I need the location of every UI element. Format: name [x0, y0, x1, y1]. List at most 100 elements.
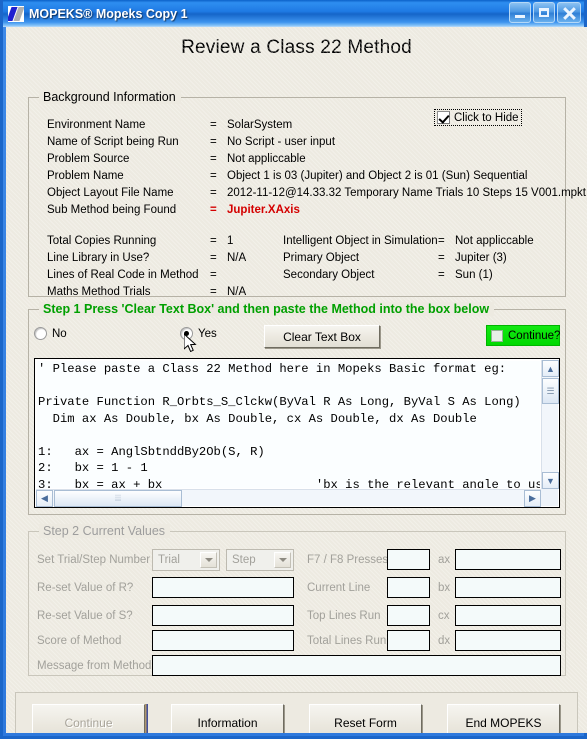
top-lines-run-field[interactable]: [387, 605, 430, 626]
current-line-field[interactable]: [387, 577, 430, 598]
row-label-problem-name: Problem Name: [47, 170, 124, 182]
scrollbar-corner: [541, 489, 558, 506]
label-f7-f8-presses: F7 / F8 Presses: [307, 554, 389, 566]
trial-dropdown-value: Trial: [158, 554, 180, 566]
dx-field[interactable]: [455, 630, 561, 651]
method-code-text[interactable]: ' Please paste a Class 22 Method here in…: [37, 361, 540, 488]
stat-label-line-library: Line Library in Use?: [47, 252, 150, 264]
reset-r-field[interactable]: [152, 577, 294, 598]
row-value-environment-name: SolarSystem: [227, 119, 293, 131]
stat-eq-0: =: [210, 235, 217, 247]
row-value-problem-name: Object 1 is 03 (Jupiter) and Object 2 is…: [227, 170, 528, 182]
trial-dropdown[interactable]: Trial: [152, 549, 220, 571]
client-area: Review a Class 22 Method Background Info…: [6, 27, 587, 733]
row-label-object-layout-file: Object Layout File Name: [47, 187, 174, 199]
reset-s-field[interactable]: [152, 605, 294, 626]
reset-form-button[interactable]: Reset Form: [309, 704, 422, 733]
step2-legend: Step 2 Current Values: [39, 524, 171, 538]
row-eq-4: =: [210, 187, 217, 199]
row-label-script-name: Name of Script being Run: [47, 136, 179, 148]
row-eq-2: =: [210, 153, 217, 165]
label-total-lines-run: Total Lines Run: [307, 635, 387, 647]
row-label-environment-name: Environment Name: [47, 119, 146, 131]
vertical-scroll-thumb[interactable]: ☰: [542, 378, 559, 404]
dropdown-arrow-icon[interactable]: [274, 552, 291, 568]
background-information-group: Background Information Click to Hide Env…: [28, 90, 586, 298]
row-eq-1: =: [210, 136, 217, 148]
clear-text-box-button[interactable]: Clear Text Box: [264, 325, 380, 348]
message-from-method-field[interactable]: [152, 655, 561, 676]
click-to-hide-checkbox[interactable]: Click to Hide: [434, 109, 522, 126]
stat-label-lines-real-code: Lines of Real Code in Method: [47, 269, 199, 281]
stat-value-secondary-object: Sun (1): [455, 269, 493, 281]
minimize-icon: [510, 3, 530, 22]
stat-label-secondary-object: Secondary Object: [283, 269, 375, 281]
checkbox-box-icon: [437, 111, 450, 124]
scroll-down-button[interactable]: ▼: [542, 472, 559, 489]
stat-value-maths-trials: N/A: [227, 286, 247, 298]
continue-button[interactable]: Continue: [32, 704, 145, 733]
footer-panel: Continue Information Reset Form End MOPE…: [15, 692, 578, 733]
maximize-button[interactable]: [533, 2, 555, 23]
stat-label-intelligent-object: Intelligent Object in Simulation: [283, 235, 438, 247]
label-set-trial-step: Set Trial/Step Number: [37, 554, 151, 566]
label-reset-r: Re-set Value of R?: [37, 582, 134, 594]
row-value-object-layout-file: 2012-11-12@14.33.32 Temporary Name Trial…: [227, 187, 587, 199]
row-value-sub-method: Jupiter.XAxis: [227, 204, 300, 216]
stat-eq-3: =: [210, 286, 217, 298]
scroll-up-button[interactable]: ▲: [542, 360, 559, 377]
stat-label-maths-trials: Maths Method Trials: [47, 286, 151, 298]
clear-text-box-label: Clear Text Box: [283, 329, 361, 344]
scroll-right-button[interactable]: ▶: [524, 490, 541, 507]
horizontal-scroll-thumb[interactable]: ⦙⦙⦙: [54, 490, 182, 507]
radio-yes-label: Yes: [198, 327, 217, 340]
step-dropdown[interactable]: Step: [226, 549, 294, 571]
stat-value-total-copies: 1: [227, 235, 234, 247]
scroll-left-button[interactable]: ◀: [36, 490, 53, 507]
step-dropdown-value: Step: [232, 554, 256, 566]
continue-checkbox-label: Continue?: [508, 329, 561, 342]
label-ax: ax: [438, 554, 451, 566]
radio-no-label: No: [52, 327, 67, 340]
minimize-button[interactable]: [509, 2, 531, 23]
row-label-sub-method: Sub Method being Found: [47, 204, 177, 216]
window-controls: [509, 2, 581, 23]
cx-field[interactable]: [455, 605, 561, 626]
row-value-problem-source: Not appliccable: [227, 153, 306, 165]
bx-field[interactable]: [455, 577, 561, 598]
label-top-lines-run: Top Lines Run: [307, 610, 381, 622]
continue-checkbox[interactable]: Continue?: [486, 325, 560, 346]
ax-field[interactable]: [455, 549, 561, 570]
click-to-hide-label: Click to Hide: [454, 111, 519, 124]
dropdown-arrow-icon[interactable]: [200, 552, 217, 568]
mopeks-logo-icon: [8, 5, 24, 22]
total-lines-run-field[interactable]: [387, 630, 430, 651]
stat-eq-1: =: [210, 252, 217, 264]
end-mopeks-button[interactable]: End MOPEKS: [447, 704, 560, 733]
application-window: MOPEKS® Mopeks Copy 1 Review a Class 22 …: [0, 0, 587, 739]
close-button[interactable]: [557, 2, 581, 23]
row-eq-5: =: [210, 204, 217, 216]
information-button[interactable]: Information: [171, 704, 284, 733]
f7-f8-presses-field[interactable]: [387, 549, 430, 570]
vertical-scrollbar[interactable]: ▲ ☰ ▼: [541, 360, 559, 489]
row-value-script-name: No Script - user input: [227, 136, 336, 148]
score-of-method-field[interactable]: [152, 630, 294, 651]
label-current-line: Current Line: [307, 582, 371, 594]
row-eq-0: =: [210, 119, 217, 131]
label-cx: cx: [438, 610, 450, 622]
reset-form-button-label: Reset Form: [334, 716, 397, 730]
checkbox-box-icon: [491, 329, 503, 342]
label-score-of-method: Score of Method: [37, 635, 122, 647]
radio-circle-icon: [34, 327, 47, 340]
method-text-box[interactable]: ' Please paste a Class 22 Method here in…: [34, 358, 560, 508]
continue-button-caret: [145, 704, 148, 733]
radio-yes[interactable]: Yes: [180, 327, 217, 340]
horizontal-scrollbar[interactable]: ◀ ⦙⦙⦙ ▶: [36, 489, 541, 507]
title-bar: MOPEKS® Mopeks Copy 1: [3, 0, 584, 27]
radio-no[interactable]: No: [34, 327, 67, 340]
window-title: MOPEKS® Mopeks Copy 1: [29, 6, 188, 21]
stat-eq-2: =: [210, 269, 217, 281]
continue-button-label: Continue: [64, 716, 113, 730]
stat-eq-r0: =: [438, 235, 445, 247]
